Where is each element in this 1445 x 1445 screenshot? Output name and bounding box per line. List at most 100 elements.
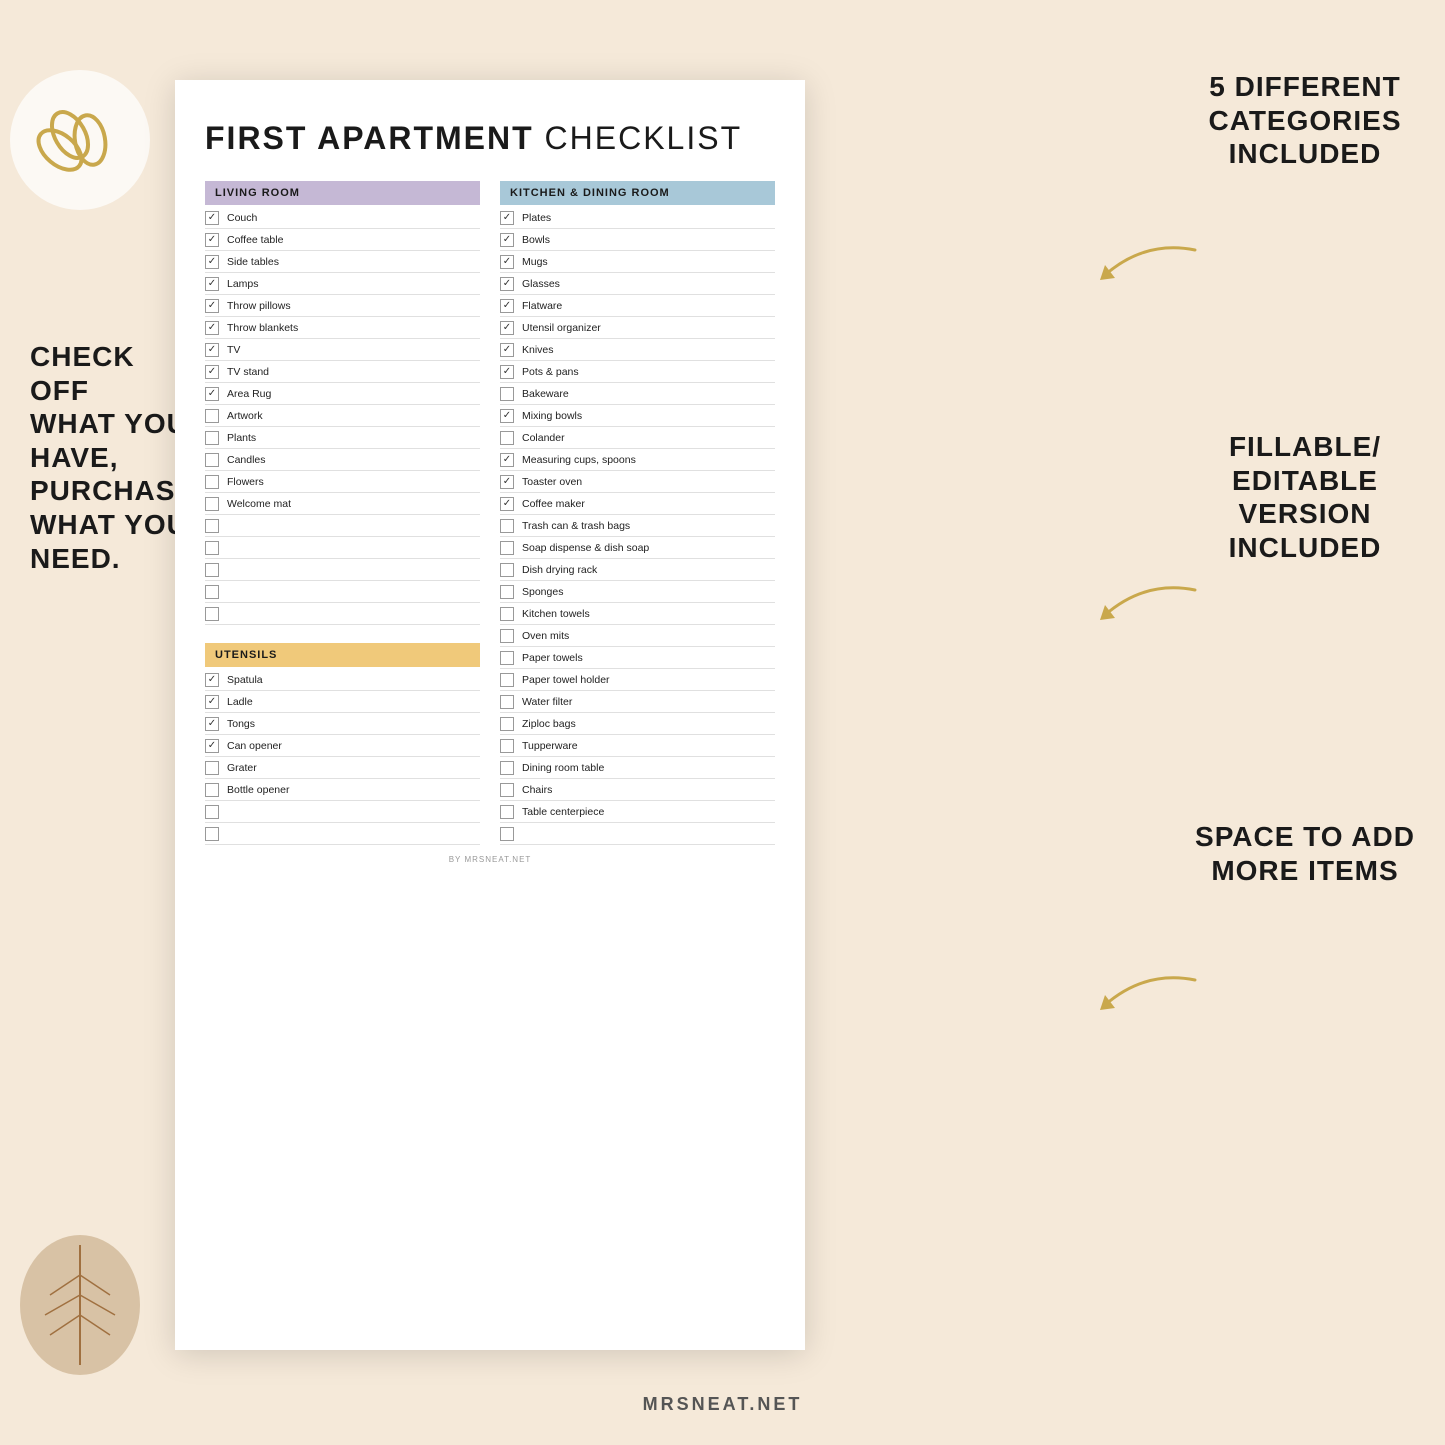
checkbox[interactable] [500,211,514,225]
checkbox[interactable] [500,343,514,357]
list-item[interactable]: Mixing bowls [500,405,775,427]
list-item[interactable]: TV [205,339,480,361]
list-item[interactable]: Candles [205,449,480,471]
checkbox[interactable] [205,233,219,247]
empty-slot[interactable] [205,823,480,845]
list-item[interactable]: Bakeware [500,383,775,405]
list-item[interactable]: Colander [500,427,775,449]
list-item[interactable]: Side tables [205,251,480,273]
checkbox[interactable] [500,695,514,709]
list-item[interactable]: Knives [500,339,775,361]
list-item[interactable]: Plants [205,427,480,449]
list-item[interactable]: Flatware [500,295,775,317]
list-item[interactable]: Spatula [205,669,480,691]
checkbox[interactable] [500,497,514,511]
list-item[interactable]: Utensil organizer [500,317,775,339]
empty-checkbox[interactable] [205,585,219,599]
checkbox[interactable] [205,783,219,797]
checkbox[interactable] [500,233,514,247]
list-item[interactable]: Table centerpiece [500,801,775,823]
checkbox[interactable] [500,321,514,335]
checkbox[interactable] [205,431,219,445]
list-item[interactable]: Throw blankets [205,317,480,339]
list-item[interactable]: Paper towels [500,647,775,669]
checkbox[interactable] [205,409,219,423]
empty-slot[interactable] [205,559,480,581]
list-item[interactable]: Area Rug [205,383,480,405]
empty-slot[interactable] [205,515,480,537]
checkbox[interactable] [500,255,514,269]
checkbox[interactable] [500,409,514,423]
list-item[interactable]: Water filter [500,691,775,713]
list-item[interactable]: Bottle opener [205,779,480,801]
checkbox[interactable] [500,717,514,731]
checkbox[interactable] [205,497,219,511]
list-item[interactable]: Kitchen towels [500,603,775,625]
empty-checkbox[interactable] [205,541,219,555]
list-item[interactable]: Flowers [205,471,480,493]
list-item[interactable]: Coffee maker [500,493,775,515]
list-item[interactable]: Pots & pans [500,361,775,383]
list-item[interactable]: Ziploc bags [500,713,775,735]
checkbox[interactable] [500,475,514,489]
list-item[interactable]: Oven mits [500,625,775,647]
checkbox[interactable] [205,695,219,709]
empty-checkbox[interactable] [205,805,219,819]
list-item[interactable]: Soap dispense & dish soap [500,537,775,559]
list-item[interactable]: Throw pillows [205,295,480,317]
checkbox[interactable] [205,673,219,687]
list-item[interactable]: Bowls [500,229,775,251]
checkbox[interactable] [205,299,219,313]
checkbox[interactable] [205,365,219,379]
checkbox[interactable] [205,255,219,269]
list-item[interactable]: Measuring cups, spoons [500,449,775,471]
checkbox[interactable] [500,453,514,467]
checkbox[interactable] [205,211,219,225]
checkbox[interactable] [500,277,514,291]
checkbox[interactable] [205,387,219,401]
list-item[interactable]: Ladle [205,691,480,713]
checkbox[interactable] [500,673,514,687]
list-item[interactable]: Can opener [205,735,480,757]
empty-slot[interactable] [205,801,480,823]
list-item[interactable]: Dish drying rack [500,559,775,581]
checkbox[interactable] [205,321,219,335]
checkbox[interactable] [500,651,514,665]
list-item[interactable]: Grater [205,757,480,779]
list-item[interactable]: Lamps [205,273,480,295]
list-item[interactable]: Tongs [205,713,480,735]
empty-checkbox[interactable] [205,519,219,533]
list-item[interactable]: Sponges [500,581,775,603]
empty-slot[interactable] [205,581,480,603]
checkbox[interactable] [205,277,219,291]
empty-checkbox[interactable] [205,607,219,621]
checkbox[interactable] [500,387,514,401]
list-item[interactable]: Dining room table [500,757,775,779]
checkbox[interactable] [205,761,219,775]
checkbox[interactable] [205,739,219,753]
checkbox[interactable] [500,805,514,819]
list-item[interactable]: Mugs [500,251,775,273]
list-item[interactable]: Trash can & trash bags [500,515,775,537]
empty-checkbox[interactable] [500,827,514,841]
checkbox[interactable] [500,541,514,555]
empty-checkbox[interactable] [205,563,219,577]
checkbox[interactable] [500,739,514,753]
checkbox[interactable] [500,563,514,577]
list-item[interactable]: Coffee table [205,229,480,251]
checkbox[interactable] [205,475,219,489]
list-item[interactable]: Paper towel holder [500,669,775,691]
list-item[interactable]: TV stand [205,361,480,383]
list-item[interactable]: Toaster oven [500,471,775,493]
list-item[interactable]: Glasses [500,273,775,295]
checkbox[interactable] [500,299,514,313]
list-item[interactable]: Tupperware [500,735,775,757]
list-item[interactable]: Plates [500,207,775,229]
checkbox[interactable] [205,717,219,731]
list-item[interactable]: Couch [205,207,480,229]
checkbox[interactable] [205,453,219,467]
checkbox[interactable] [500,585,514,599]
empty-slot[interactable] [205,537,480,559]
empty-slot[interactable] [205,603,480,625]
checkbox[interactable] [500,607,514,621]
